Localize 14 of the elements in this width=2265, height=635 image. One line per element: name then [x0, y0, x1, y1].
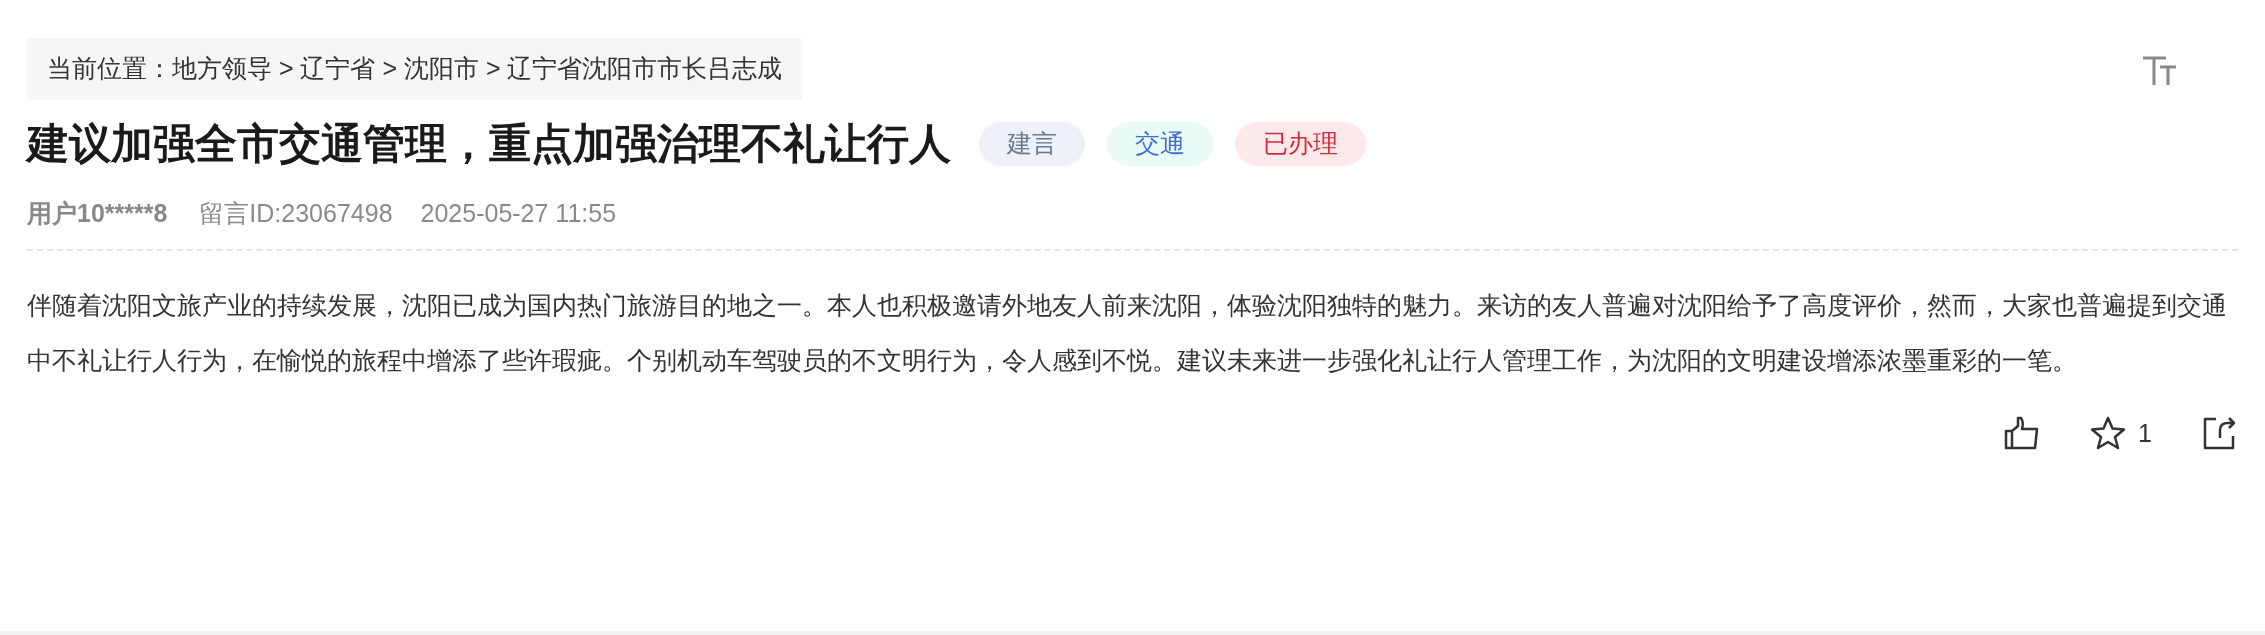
breadcrumb: 当前位置：地方领导 > 辽宁省 > 沈阳市 > 辽宁省沈阳市市长吕志成 [27, 38, 803, 100]
message-id: 留言ID:23067498 [199, 198, 393, 229]
share-icon[interactable] [2202, 416, 2236, 451]
message-body: 伴随着沈阳文旅产业的持续发展，沈阳已成为国内热门旅游目的地之一。本人也积极邀请外地友人前来沈阳，体验沈阳独特的魅力。来访的友人普遍对沈阳给予了高度评价，然而，大家也普遍提到交通中不礼让行人行为，在愉悦的旅程中增添了些许瑕疵。个别机动车驾驶员的不文明行为，令人感到不悦。建议未来进一步强化礼让行人管理工作，为沈阳的文明建设增添浓墨重彩的一笔。 [27, 289, 2228, 376]
tag: 建言 [979, 121, 1085, 166]
tag: 已办理 [1235, 121, 1366, 166]
star-icon[interactable] [2090, 416, 2127, 451]
thumbs-up-icon[interactable] [2004, 416, 2041, 451]
favorite-count: 1 [2138, 417, 2152, 449]
user-name: 用户10*****8 [27, 198, 168, 229]
tag: 交通 [1107, 121, 1213, 166]
post-time: 2025-05-27 11:55 [420, 198, 617, 229]
page-title: 建议加强全市交通管理，重点加强治理不礼让行人 [27, 119, 951, 169]
font-size-icon[interactable] [2142, 56, 2176, 86]
